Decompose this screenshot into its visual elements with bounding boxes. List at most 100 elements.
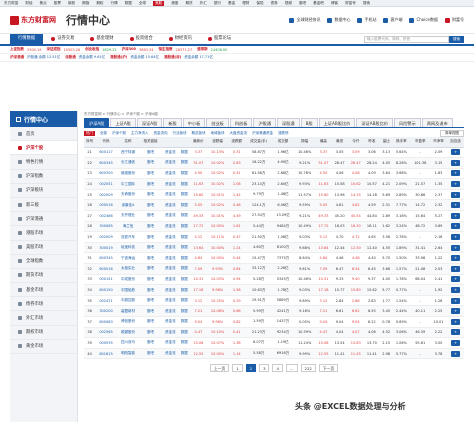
table-cell[interactable]: 资金流: [161, 263, 179, 275]
view-select[interactable]: 简单视图: [440, 129, 464, 137]
add-watchlist-button[interactable]: +: [450, 276, 460, 283]
ticker-label[interactable]: 沪深港通: [10, 55, 24, 60]
top-nav-link[interactable]: 期权: [96, 1, 103, 6]
table-cell[interactable]: 数据: [178, 252, 190, 265]
column-header[interactable]: 量比: [379, 137, 393, 148]
table-cell[interactable]: 股吧: [139, 210, 162, 222]
column-header[interactable]: 相关链接: [139, 137, 162, 148]
add-watchlist-button[interactable]: +: [450, 234, 460, 241]
filter-link[interactable]: 地域板块: [211, 131, 225, 136]
table-cell[interactable]: 股吧: [139, 189, 162, 201]
header-link[interactable]: Choice数据: [409, 17, 438, 23]
header-link[interactable]: 手机站: [357, 17, 376, 23]
table-cell[interactable]: 002565: [95, 327, 117, 339]
top-nav-link[interactable]: 焦点: [40, 1, 47, 6]
table-cell[interactable]: 股吧: [139, 147, 162, 159]
table-cell[interactable]: 股吧: [139, 199, 162, 212]
top-nav-link[interactable]: 搜索: [363, 1, 370, 6]
column-header[interactable]: 成交量(手): [245, 137, 273, 148]
table-cell[interactable]: 数据: [178, 305, 190, 317]
table-cell[interactable]: 资金流: [161, 337, 179, 349]
table-cell[interactable]: 600345: [95, 252, 117, 265]
add-watchlist-button[interactable]: +: [450, 181, 460, 188]
add-watchlist-button[interactable]: +: [450, 159, 460, 166]
ticker-label[interactable]: 深股通: [65, 55, 76, 60]
table-cell[interactable]: 中国船舶: [116, 284, 140, 296]
market-tab[interactable]: 两网及退市: [421, 118, 453, 127]
table-cell[interactable]: 天奇股份: [116, 189, 140, 201]
filter-link[interactable]: 沪深个股: [112, 131, 126, 136]
search-button[interactable]: 搜索: [449, 35, 464, 43]
add-watchlist-button[interactable]: +: [450, 212, 460, 219]
table-cell[interactable]: 数据: [178, 178, 190, 190]
table-cell[interactable]: 股吧: [139, 337, 162, 349]
add-watchlist-button[interactable]: +: [450, 287, 460, 294]
sidebar-item[interactable]: 沪深港通: [10, 212, 77, 227]
add-watchlist-button[interactable]: +: [450, 318, 460, 325]
table-cell[interactable]: 数据: [178, 242, 190, 254]
ticker-label[interactable]: 上证指数: [10, 47, 24, 52]
table-cell[interactable]: 000151: [95, 274, 117, 286]
table-cell[interactable]: 资金流: [161, 157, 179, 169]
top-nav-link[interactable]: 财经: [25, 1, 32, 6]
table-cell[interactable]: 数据: [178, 327, 190, 339]
table-cell[interactable]: 股吧: [139, 305, 162, 317]
ticker-label[interactable]: 深证成指: [46, 47, 60, 52]
table-cell[interactable]: 600016: [95, 263, 117, 275]
table-cell[interactable]: 中成股份: [116, 274, 140, 286]
table-cell[interactable]: 002466: [95, 210, 117, 222]
market-tab[interactable]: B股: [300, 118, 318, 127]
filter-link[interactable]: 涨跌停: [278, 131, 289, 136]
header-link[interactable]: 数据中心: [327, 17, 350, 23]
header-link[interactable]: 全球财经快讯: [289, 17, 320, 23]
table-cell[interactable]: 数据: [178, 295, 190, 307]
table-cell[interactable]: 600150: [95, 284, 117, 296]
tab-3[interactable]: 投资组合: [122, 34, 161, 44]
add-watchlist-button[interactable]: +: [450, 149, 460, 156]
table-cell[interactable]: 资金流: [161, 221, 179, 233]
header-link[interactable]: 财富号: [445, 17, 464, 23]
table-cell[interactable]: 太极实业: [116, 263, 140, 275]
top-nav-link[interactable]: 行情: [111, 1, 118, 6]
table-cell[interactable]: 股吧: [139, 348, 162, 360]
top-nav-link[interactable]: 股票: [54, 1, 61, 6]
filter-link[interactable]: 大盘资金流: [230, 131, 248, 136]
add-watchlist-button[interactable]: +: [450, 191, 460, 198]
column-header[interactable]: 最高: [315, 137, 332, 148]
top-nav-link[interactable]: 基金: [228, 1, 235, 6]
top-nav-link[interactable]: 全球: [139, 1, 146, 6]
table-cell[interactable]: 资金流: [161, 189, 179, 201]
top-nav-link[interactable]: 理财: [242, 1, 249, 6]
top-nav-link[interactable]: 东方财富: [4, 1, 18, 6]
table-cell[interactable]: 股吧: [139, 274, 162, 286]
top-nav-link[interactable]: 保险: [256, 1, 263, 6]
top-nav-link[interactable]: 视频: [285, 1, 292, 6]
top-nav-link[interactable]: 股吧: [299, 1, 306, 6]
filter-link[interactable]: 主力净流入: [131, 131, 149, 136]
table-cell[interactable]: 资金流: [161, 199, 179, 212]
table-cell[interactable]: 资金流: [161, 284, 179, 296]
table-cell[interactable]: 数据: [178, 199, 190, 212]
market-tab[interactable]: 深股通: [277, 118, 300, 127]
top-nav-link[interactable]: 财富号: [345, 1, 356, 6]
column-header[interactable]: 加自选: [446, 137, 464, 148]
table-cell[interactable]: 西宁特钢: [116, 147, 140, 159]
table-cell[interactable]: 资金流: [161, 305, 179, 317]
table-cell[interactable]: 股吧: [139, 231, 162, 243]
page-button[interactable]: 4: [272, 364, 283, 373]
ticker-label[interactable]: 港股通(深): [164, 55, 181, 60]
ticker-label[interactable]: 沪深300: [122, 47, 136, 52]
tab-0[interactable]: 行情数据: [10, 34, 44, 44]
ticker-label[interactable]: 恒生指数: [158, 47, 172, 52]
table-cell[interactable]: 601615: [95, 348, 117, 360]
table-cell[interactable]: 300065: [95, 221, 117, 233]
filter-link[interactable]: 沪深港通资金: [252, 131, 273, 136]
sidebar-item[interactable]: 特色行情: [10, 155, 77, 170]
top-nav-link[interactable]: 银行: [214, 1, 221, 6]
table-cell[interactable]: 股吧: [139, 316, 162, 328]
table-cell[interactable]: 数据: [178, 274, 190, 286]
table-cell[interactable]: 资金流: [161, 295, 179, 307]
table-cell[interactable]: 600117: [95, 147, 117, 159]
table-cell[interactable]: 股吧: [139, 295, 162, 307]
table-cell[interactable]: 天齐锂业: [116, 210, 140, 222]
